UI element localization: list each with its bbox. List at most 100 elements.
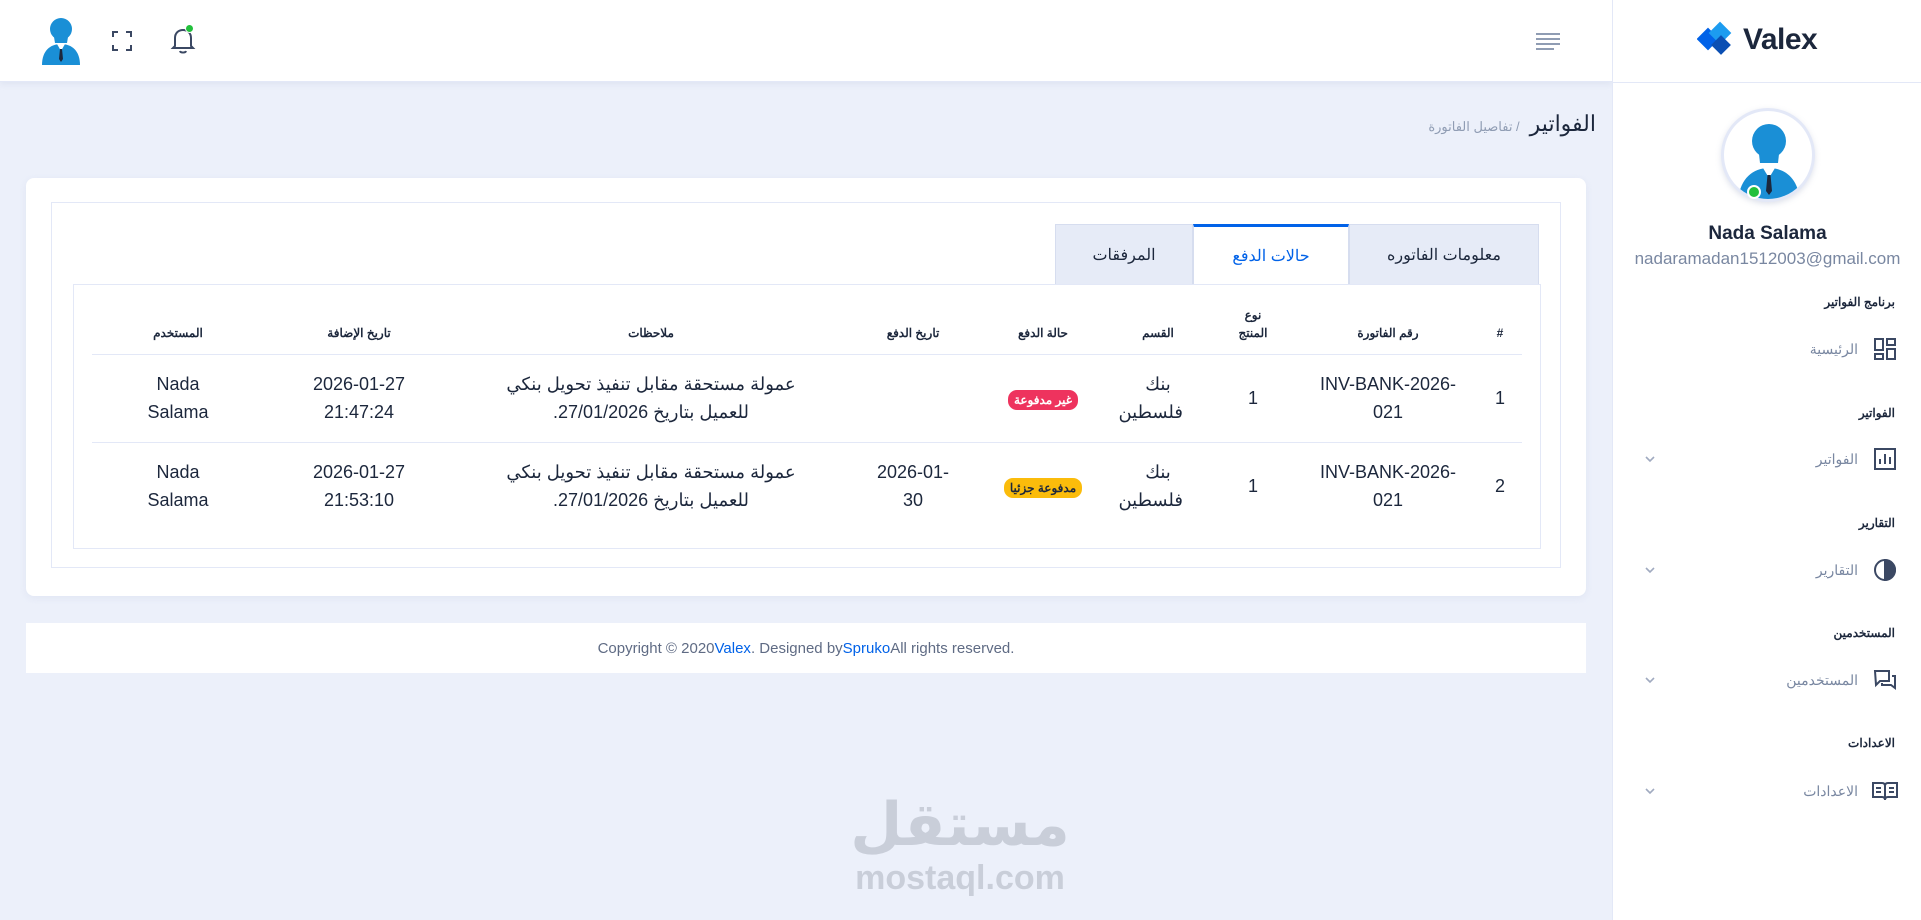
cell-payment-date [848,354,978,443]
payment-date-text: 2026-01-30 [876,462,950,511]
footer-middle: . Designed by [750,639,843,657]
sidebar-item-label: الاعدادات [1803,782,1858,799]
header-invoice-number: رقم الفاتورة [1298,297,1478,355]
payment-status-pane: # رقم الفاتورة نوع المنتج القسم حالة الد… [73,284,1541,549]
watermark: مستقل mostaql.com [840,790,1080,905]
header-user: المستخدم [92,297,264,355]
payments-table: # رقم الفاتورة نوع المنتج القسم حالة الد… [92,297,1522,530]
invoice-number-text: INV-BANK-2026-021 [1319,374,1457,422]
status-badge: غير مدفوعة [1007,390,1079,410]
chat-icon [1872,667,1898,693]
page-header: الفواتير / تفاصيل الفاتورة [1428,111,1596,137]
online-status-dot [1747,185,1761,199]
notes-text: عمولة مستحقة مقابل تنفيذ تحويل بنكي للعم… [506,462,796,511]
table-row: 2 INV-BANK-2026-021 1 بنك فلسطين مدفوعة … [92,442,1522,530]
footer-designer-link[interactable]: Spruko [843,640,891,657]
cell-notes: عمولة مستحقة مقابل تنفيذ تحويل بنكي للعم… [454,442,848,530]
chevron-down-icon [1645,567,1655,574]
tabs: معلومات الفاتوره حالات الدفع المرفقات [1055,224,1539,285]
cell-payment-status: مدفوعة جزئيا [978,442,1108,530]
bar-chart-icon [1872,446,1898,472]
top-header [0,0,1612,82]
header-payment-date: تاريخ الدفع [848,297,978,355]
header-section: القسم [1108,297,1208,355]
sidebar-item-label: التقارير [1815,561,1858,578]
sidebar-category-program: برنامج الفواتير [1824,295,1895,309]
section-text: بنك فلسطين [1118,374,1183,422]
profile-avatar [1721,108,1815,202]
sidebar-item-users[interactable]: المستخدمين [1643,664,1898,696]
cell-user: Nada Salama [92,442,264,530]
cell-added-date: 2026-01-27 21:47:24 [264,354,454,443]
sidebar-category-settings: الاعدادات [1848,736,1895,750]
user-text: Nada Salama [147,462,209,511]
cell-product-type: 1 [1247,476,1258,497]
cell-user: Nada Salama [92,354,264,443]
footer-prefix: Copyright © 2020 [597,639,715,657]
added-date-text: 2026-01-27 21:53:10 [312,462,406,511]
card-inner: معلومات الفاتوره حالات الدفع المرفقات # … [51,202,1561,568]
cell-num: 2 [1494,476,1505,497]
sidebar-item-label: الفواتير [1815,450,1858,467]
table-row: 1 INV-BANK-2026-021 1 بنك فلسطين غير مدف… [92,354,1522,443]
chevron-down-icon [1645,456,1655,463]
sidebar-item-invoices[interactable]: الفواتير [1643,443,1898,475]
valex-logo-icon [1697,21,1732,55]
sidebar-item-reports[interactable]: التقارير [1643,554,1898,586]
section-text: بنك فلسطين [1118,462,1183,511]
profile-name: Nada Salama [1708,223,1827,244]
chevron-down-icon [1645,788,1655,795]
watermark-latin: mostaql.com [855,859,1065,897]
fullscreen-icon[interactable] [110,29,134,53]
header-product-type: نوع المنتج [1208,297,1298,355]
sidebar-toggle-icon[interactable] [1535,31,1561,51]
cell-num: 1 [1478,354,1522,443]
pie-chart-icon [1872,557,1898,583]
sidebar-category-reports: التقارير [1858,516,1895,530]
sidebar: Valex Nada Salama nadaramadan1512003@gma… [1612,0,1921,920]
book-icon [1872,778,1898,804]
header-added-date: تاريخ الإضافة [264,297,454,355]
tab-payment-status[interactable]: حالات الدفع [1193,224,1349,285]
sidebar-item-label: المستخدمين [1786,671,1858,688]
cell-payment-date: 2026-01-30 [848,442,978,530]
tab-invoice-info[interactable]: معلومات الفاتوره [1349,224,1539,285]
header-payment-status: حالة الدفع [978,297,1108,355]
sidebar-category-invoices: الفواتير [1858,406,1895,420]
brand-logo[interactable]: Valex [1697,18,1818,62]
tab-attachments[interactable]: المرفقات [1055,224,1193,285]
dashboard-icon [1872,336,1898,362]
sidebar-category-users: المستخدمين [1833,626,1895,640]
sidebar-item-settings[interactable]: الاعدادات [1643,775,1898,807]
cell-payment-status: غير مدفوعة [978,354,1108,443]
notes-text: عمولة مستحقة مقابل تنفيذ تحويل بنكي للعم… [506,374,796,422]
footer: Copyright © 2020 Valex . Designed by Spr… [26,623,1586,673]
cell-notes: عمولة مستحقة مقابل تنفيذ تحويل بنكي للعم… [454,354,848,443]
profile-email: nadaramadan1512003@gmail.com [1634,249,1901,268]
invoice-details-card: معلومات الفاتوره حالات الدفع المرفقات # … [26,178,1586,596]
cell-invoice-number: INV-BANK-2026-021 [1298,442,1478,530]
cell-invoice-number: INV-BANK-2026-021 [1298,354,1478,443]
chevron-down-icon [1645,677,1655,684]
footer-suffix: All rights reserved. [890,639,1015,657]
cell-section: بنك فلسطين [1108,442,1208,530]
status-badge: مدفوعة جزئيا [1003,478,1083,499]
divider [1613,82,1921,83]
header-product-type-label: نوع المنتج [1238,307,1268,340]
header-num: # [1478,297,1522,355]
breadcrumb[interactable]: / تفاصيل الفاتورة [1428,119,1519,135]
user-avatar-icon[interactable] [38,15,84,65]
sidebar-item-home[interactable]: الرئيسية [1643,333,1898,365]
added-date-text: 2026-01-27 21:47:24 [312,374,406,422]
cell-added-date: 2026-01-27 21:53:10 [264,442,454,530]
sidebar-item-label: الرئيسية [1809,340,1858,357]
user-text: Nada Salama [147,374,209,422]
footer-brand-link[interactable]: Valex [715,640,751,657]
invoice-number-text: INV-BANK-2026-021 [1319,462,1457,511]
notification-bell-icon[interactable] [170,24,196,55]
table-header-row: # رقم الفاتورة نوع المنتج القسم حالة الد… [92,297,1522,355]
page-title: الفواتير [1529,111,1596,136]
notification-dot [185,24,194,33]
watermark-arabic: مستقل [850,790,1070,860]
cell-product-type: 1 [1208,354,1298,443]
